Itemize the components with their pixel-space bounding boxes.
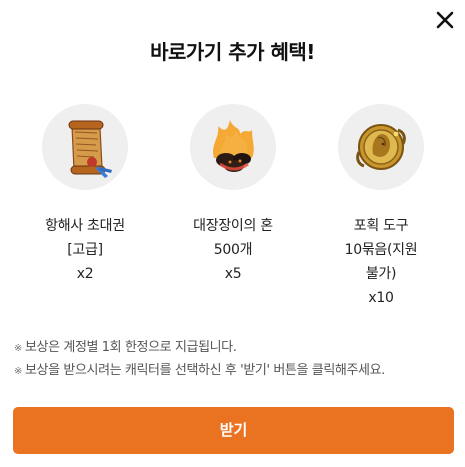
- notice-text: 보상은 계정별 1회 한정으로 지급됩니다.: [24, 340, 237, 355]
- reward-amount: 500개: [213, 242, 253, 258]
- reward-item: 포획 도구 10묶음(지원 불가) x10: [306, 104, 456, 310]
- notice-mark: ※: [14, 366, 22, 377]
- reward-amount-note: 불가): [365, 266, 397, 282]
- reward-name: 대장장이의 혼: [193, 218, 273, 234]
- blacksmith-soul-coal-icon: [190, 104, 276, 190]
- voyage-invitation-scroll-icon: [42, 104, 128, 190]
- notice-item: ※ 보상은 계정별 1회 한정으로 지급됩니다.: [14, 337, 459, 360]
- reward-item: 대장장이의 혼 500개 x5: [158, 104, 308, 286]
- reward-modal: 바로가기 추가 혜택! 항해사 초대권 [고급] x2 대장장이의 혼 500개…: [0, 0, 465, 467]
- close-icon[interactable]: [434, 9, 456, 31]
- reward-item: 항해사 초대권 [고급] x2: [10, 104, 160, 286]
- reward-amount: 10묶음(지원: [344, 242, 418, 258]
- receive-button[interactable]: 받기: [13, 407, 454, 454]
- reward-grade: [고급]: [67, 242, 103, 258]
- reward-list: 항해사 초대권 [고급] x2 대장장이의 혼 500개 x5 포획 도구 10…: [0, 104, 465, 314]
- reward-quantity: x5: [224, 266, 242, 282]
- notice-text: 보상을 받으시려는 캐릭터를 선택하신 후 '받기' 버튼을 클릭해주세요.: [24, 363, 385, 378]
- reward-name: 항해사 초대권: [45, 218, 125, 234]
- reward-quantity: x10: [368, 290, 394, 306]
- reward-label: 대장장이의 혼 500개 x5: [158, 214, 308, 286]
- reward-label: 항해사 초대권 [고급] x2: [10, 214, 160, 286]
- notice-item: ※ 보상을 받으시려는 캐릭터를 선택하신 후 '받기' 버튼을 클릭해주세요.: [14, 360, 459, 383]
- reward-name: 포획 도구: [353, 218, 409, 234]
- modal-title: 바로가기 추가 혜택!: [150, 40, 315, 64]
- reward-label: 포획 도구 10묶음(지원 불가) x10: [306, 214, 456, 310]
- capture-tool-medallion-icon: [338, 104, 424, 190]
- notice-list: ※ 보상은 계정별 1회 한정으로 지급됩니다. ※ 보상을 받으시려는 캐릭터를 …: [14, 337, 459, 383]
- notice-mark: ※: [14, 343, 22, 354]
- reward-quantity: x2: [76, 266, 94, 282]
